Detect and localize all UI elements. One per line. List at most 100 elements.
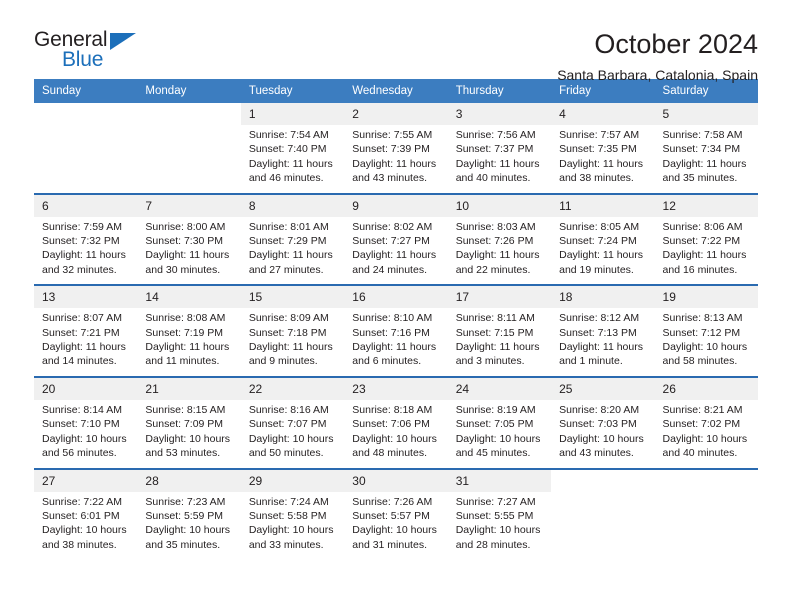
daylight-text-line2: and 53 minutes. — [145, 447, 221, 460]
sunset-text: Sunset: 6:01 PM — [42, 509, 120, 522]
day-number: 4 — [551, 103, 655, 125]
sunset-text: Sunset: 7:22 PM — [662, 235, 741, 248]
day-detail-row: Sunrise: 7:22 AM Sunset: 6:01 PM Dayligh… — [34, 492, 758, 560]
day-cell: Sunrise: 7:56 AM Sunset: 7:37 PM Dayligh… — [448, 125, 551, 193]
day-cell: Sunrise: 8:06 AM Sunset: 7:22 PM Dayligh… — [655, 217, 758, 285]
daylight-text-line2: and 45 minutes. — [455, 447, 531, 460]
day-cell: Sunrise: 7:55 AM Sunset: 7:39 PM Dayligh… — [344, 125, 447, 193]
sunrise-text: Sunrise: 7:57 AM — [559, 129, 640, 141]
sunset-text: Sunset: 7:02 PM — [662, 418, 741, 431]
day-cell: Sunrise: 7:22 AM Sunset: 6:01 PM Dayligh… — [34, 492, 137, 560]
day-cell: Sunrise: 7:27 AM Sunset: 5:55 PM Dayligh… — [448, 492, 551, 560]
daylight-text-line2: and 24 minutes. — [352, 263, 427, 276]
daylight-text-line1: Daylight: 10 hours — [145, 524, 231, 537]
general-blue-logo[interactable]: General Blue — [34, 28, 144, 76]
daylight-text-line2: and 38 minutes. — [559, 172, 634, 185]
sunrise-text: Sunrise: 7:55 AM — [352, 129, 433, 141]
day-cell: Sunrise: 8:03 AM Sunset: 7:26 PM Dayligh… — [448, 217, 551, 285]
sunset-text: Sunset: 5:58 PM — [248, 509, 327, 522]
day-number: 25 — [551, 377, 655, 400]
day-number: 2 — [344, 103, 448, 125]
logo-text-blue: Blue — [62, 48, 104, 71]
day-cell: Sunrise: 8:20 AM Sunset: 7:03 PM Dayligh… — [551, 400, 654, 468]
day-cell — [551, 492, 654, 560]
day-cell: Sunrise: 8:21 AM Sunset: 7:02 PM Dayligh… — [655, 400, 758, 468]
daylight-text-line2: and 38 minutes. — [42, 538, 117, 551]
daylight-text-line1: Daylight: 11 hours — [352, 341, 437, 354]
day-number-row: 6 7 8 9 10 11 12 — [34, 194, 758, 217]
daylight-text-line2: and 46 minutes. — [248, 172, 324, 185]
weekday-header-tuesday: Tuesday — [248, 85, 293, 97]
daylight-text-line1: Daylight: 11 hours — [145, 249, 230, 262]
day-number: 16 — [344, 286, 448, 309]
daylight-text-line2: and 43 minutes. — [559, 447, 634, 460]
day-number: 3 — [447, 103, 552, 125]
daylight-text-line2: and 35 minutes. — [662, 172, 738, 185]
weekday-header-saturday: Saturday — [662, 85, 709, 97]
daylight-text-line2: and 9 minutes. — [248, 355, 318, 368]
daylight-text-line1: Daylight: 11 hours — [248, 157, 333, 170]
day-cell: Sunrise: 8:00 AM Sunset: 7:30 PM Dayligh… — [137, 217, 240, 285]
sunrise-text: Sunrise: 8:02 AM — [352, 220, 433, 233]
calendar-week-row: 20 21 22 23 24 25 26 Sunrise: 8:14 AM Su… — [34, 375, 758, 468]
calendar-grid: Sunday Monday Tuesday Wednesday Thursday… — [34, 79, 758, 559]
daylight-text-line2: and 56 minutes. — [42, 447, 117, 460]
day-cell: Sunrise: 7:58 AM Sunset: 7:34 PM Dayligh… — [655, 125, 758, 193]
daylight-text-line2: and 14 minutes. — [42, 355, 117, 368]
daylight-text-line2: and 50 minutes. — [248, 447, 324, 460]
daylight-text-line1: Daylight: 11 hours — [352, 249, 437, 262]
sunset-text: Sunset: 5:57 PM — [352, 509, 430, 522]
day-cell: Sunrise: 8:08 AM Sunset: 7:19 PM Dayligh… — [137, 308, 240, 376]
daylight-text-line1: Daylight: 11 hours — [455, 341, 540, 354]
weekday-header-sunday: Sunday — [42, 85, 82, 97]
sunset-text: Sunset: 7:35 PM — [559, 143, 637, 156]
day-cell: Sunrise: 8:12 AM Sunset: 7:13 PM Dayligh… — [551, 308, 654, 376]
weekday-header-friday: Friday — [559, 85, 592, 97]
page-header: General Blue October 2024 Santa Barbara,… — [34, 0, 758, 83]
daylight-text-line1: Daylight: 11 hours — [248, 249, 333, 262]
daylight-text-line2: and 32 minutes. — [42, 263, 117, 276]
sunset-text: Sunset: 7:27 PM — [352, 235, 430, 248]
day-cell: Sunrise: 7:24 AM Sunset: 5:58 PM Dayligh… — [241, 492, 344, 560]
page-title: October 2024 — [594, 29, 758, 59]
sunset-text: Sunset: 7:15 PM — [455, 326, 534, 339]
day-number: 13 — [34, 286, 138, 309]
day-cell — [655, 492, 758, 560]
calendar-week-row: 6 7 8 9 10 11 12 Sunrise: 7:59 AM Sunset… — [34, 192, 758, 285]
weekday-header-thursday: Thursday — [455, 85, 504, 97]
title-block: October 2024 Santa Barbara, Catalonia, S… — [557, 28, 758, 85]
day-number: 9 — [344, 194, 448, 217]
day-number — [34, 103, 138, 125]
sunset-text: Sunset: 7:26 PM — [455, 235, 534, 248]
sunrise-text: Sunrise: 8:16 AM — [248, 403, 329, 416]
daylight-text-line1: Daylight: 10 hours — [455, 524, 541, 537]
day-number: 21 — [137, 377, 241, 400]
sunset-text: Sunset: 7:10 PM — [42, 418, 120, 431]
day-number: 12 — [654, 194, 758, 217]
sunrise-text: Sunrise: 7:24 AM — [248, 495, 329, 508]
daylight-text-line1: Daylight: 10 hours — [42, 524, 127, 537]
daylight-text-line1: Daylight: 10 hours — [42, 432, 127, 445]
sunset-text: Sunset: 5:59 PM — [145, 509, 224, 522]
day-number: 18 — [551, 286, 655, 309]
day-cell — [137, 125, 240, 193]
sunrise-text: Sunrise: 8:00 AM — [145, 220, 226, 233]
weekday-header-row: Sunday Monday Tuesday Wednesday Thursday… — [34, 79, 758, 103]
day-number: 6 — [34, 194, 138, 217]
daylight-text-line2: and 6 minutes. — [352, 355, 422, 368]
day-number: 15 — [240, 286, 345, 309]
day-number: 1 — [240, 103, 345, 125]
day-cell: Sunrise: 8:01 AM Sunset: 7:29 PM Dayligh… — [241, 217, 344, 285]
daylight-text-line2: and 16 minutes. — [662, 263, 738, 276]
day-detail-row: Sunrise: 8:14 AM Sunset: 7:10 PM Dayligh… — [34, 400, 758, 468]
day-number: 14 — [137, 286, 241, 309]
day-number: 22 — [240, 377, 345, 400]
day-number: 7 — [137, 194, 241, 217]
daylight-text-line1: Daylight: 11 hours — [559, 249, 643, 262]
day-number: 20 — [34, 377, 138, 400]
day-number: 27 — [34, 469, 138, 492]
sunrise-text: Sunrise: 8:05 AM — [559, 220, 640, 233]
daylight-text-line2: and 48 minutes. — [352, 447, 427, 460]
day-cell: Sunrise: 8:07 AM Sunset: 7:21 PM Dayligh… — [34, 308, 137, 376]
sunset-text: Sunset: 7:24 PM — [559, 235, 637, 248]
